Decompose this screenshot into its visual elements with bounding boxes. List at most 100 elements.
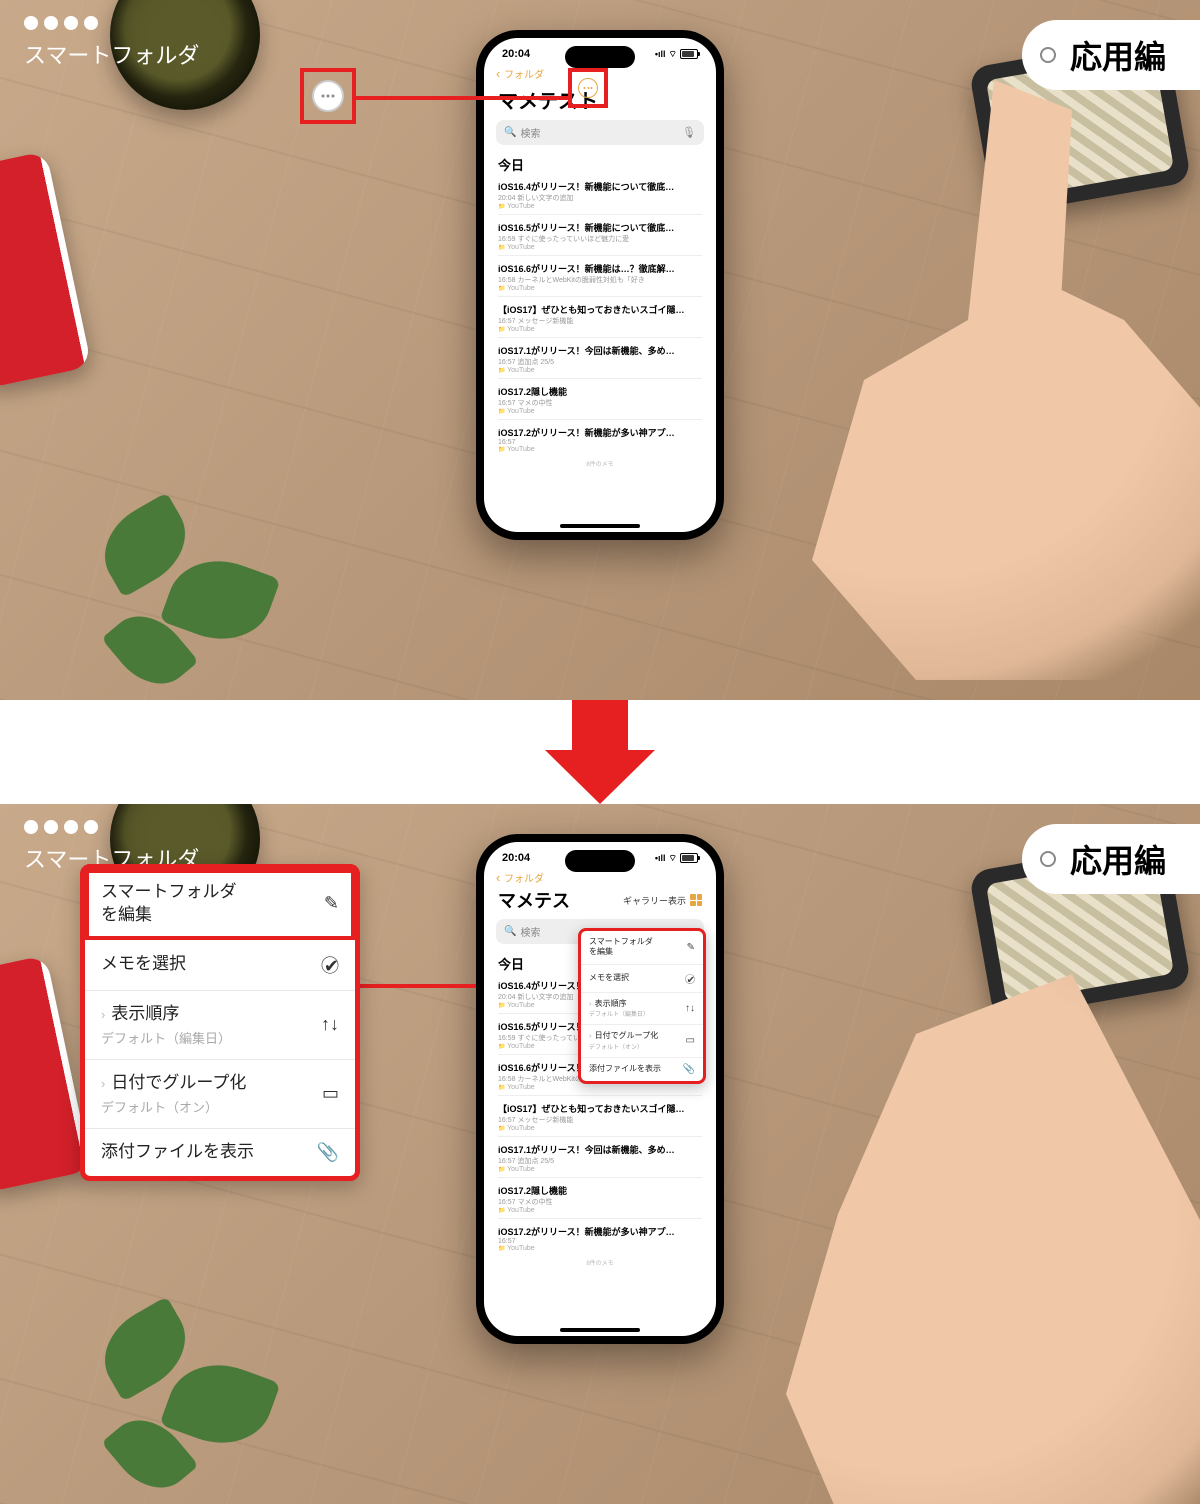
hand-pointing (760, 974, 1200, 1504)
note-row[interactable]: iOS17.2隠し機能16:57 マメの中性YouTube (484, 1180, 716, 1216)
note-title: 【iOS17】ぜひとも知っておきたいスゴイ隠… (498, 1102, 702, 1115)
arrows-up-down-icon: ↑↓ (685, 1003, 695, 1014)
menu-edit-smart-folder[interactable]: スマートフォルダ を編集 ✎ (581, 931, 703, 965)
transition-arrow-icon (545, 700, 655, 804)
brand-dots (24, 16, 98, 30)
chevron-right-icon: › (101, 1007, 105, 1022)
grid-icon (690, 894, 702, 906)
prop-can (0, 151, 92, 389)
phone-screen: 20:04 •ıll ⌔ フォルダ マメテス ギャラリー表示 🔍 (484, 842, 716, 1336)
wifi-icon: ⌔ (669, 853, 677, 864)
note-folder: YouTube (498, 1207, 702, 1214)
signal-icon: •ıll (655, 49, 666, 59)
note-title: iOS16.4がリリース！新機能について徹底… (498, 180, 702, 193)
menu-group-by-date[interactable]: ›日付でグループ化 デフォルト（オン） ▭ (85, 1060, 355, 1129)
note-subtitle: 16:57 (498, 1238, 702, 1245)
note-row[interactable]: 【iOS17】ぜひとも知っておきたいスゴイ隠…16:57 メッセージ新機能You… (484, 1098, 716, 1134)
context-menu-zoom: スマートフォルダ を編集 ✎ メモを選択 ✔︎⃝ ›表示順序 デフォルト（編集日… (80, 864, 360, 1181)
check-circle-icon: ✔︎⃝ (324, 952, 339, 978)
note-folder: YouTube (498, 1166, 702, 1173)
search-placeholder: 検索 (520, 924, 540, 939)
wifi-icon: ⌔ (669, 49, 677, 60)
paperclip-icon: 📎 (683, 1064, 695, 1075)
note-title: iOS17.2隠し機能 (498, 1184, 702, 1197)
note-subtitle: 16:57 (498, 439, 702, 446)
note-subtitle: 20:04 新しい文字の追加 (498, 193, 702, 203)
note-row[interactable]: iOS17.1がリリース！今回は新機能、多め…16:57 追加点 25/5You… (484, 1139, 716, 1175)
context-menu-popover: スマートフォルダ を編集 ✎ メモを選択 ✔︎⃝ ›表示順序デフォルト（編集日）… (578, 928, 706, 1084)
section-today: 今日 (484, 151, 716, 176)
note-folder: YouTube (498, 244, 702, 251)
menu-sort-order[interactable]: ›表示順序 デフォルト（編集日） ↑↓ (85, 991, 355, 1060)
note-folder: YouTube (498, 326, 702, 333)
panel-before: スマートフォルダ 応用編 20:04 •ıll ⌔ フォルダ マメテスト (0, 0, 1200, 700)
highlight-more-button-callout (300, 68, 356, 124)
note-subtitle: 16:57 追加点 25/5 (498, 1156, 702, 1166)
note-row[interactable]: 【iOS17】ぜひとも知っておきたいスゴイ隠…16:57 メッセージ新機能You… (484, 299, 716, 335)
search-placeholder: 検索 (520, 125, 540, 140)
phone-screen: 20:04 •ıll ⌔ フォルダ マメテスト 🔍 検索 🎙 今日 iOS16.… (484, 38, 716, 532)
menu-show-attachments[interactable]: 添付ファイルを表示 📎 (85, 1129, 355, 1176)
note-folder: YouTube (498, 446, 702, 453)
battery-icon (680, 853, 698, 863)
arrows-up-down-icon: ↑↓ (321, 1014, 339, 1035)
prop-can (0, 955, 92, 1193)
home-indicator[interactable] (560, 1328, 640, 1332)
note-subtitle: 16:57 メッセージ新機能 (498, 1115, 702, 1125)
paperclip-icon: 📎 (317, 1142, 339, 1163)
battery-icon (680, 49, 698, 59)
search-icon: 🔍 (504, 127, 516, 138)
category-tag: 応用編 (1022, 20, 1200, 90)
footer-count: 8件のメモ (484, 1254, 716, 1271)
menu-select-notes[interactable]: メモを選択 ✔︎⃝ (581, 965, 703, 993)
highlight-more-button-onscreen (568, 68, 608, 108)
category-tag: 応用編 (1022, 824, 1200, 894)
note-title: iOS16.6がリリース！新機能は…？徹底解… (498, 262, 702, 275)
search-field[interactable]: 🔍 検索 🎙 (496, 120, 704, 145)
dynamic-island (565, 46, 635, 68)
note-folder: YouTube (498, 1245, 702, 1252)
note-folder: YouTube (498, 408, 702, 415)
note-title: iOS17.2隠し機能 (498, 385, 702, 398)
note-folder: YouTube (498, 1084, 702, 1091)
note-row[interactable]: iOS17.1がリリース！今回は新機能、多め…16:57 追加点 25/5You… (484, 340, 716, 376)
note-subtitle: 16:57 マメの中性 (498, 1197, 702, 1207)
chevron-right-icon: › (101, 1076, 105, 1091)
footer-count: 8件のメモ (484, 455, 716, 472)
pencil-icon: ✎ (324, 893, 339, 914)
note-row[interactable]: iOS17.2がリリース！新機能が多い神アプ…16:57YouTube (484, 1221, 716, 1254)
check-circle-icon: ✔︎⃝ (687, 971, 695, 986)
signal-icon: •ıll (655, 853, 666, 863)
search-icon: 🔍 (504, 926, 516, 937)
note-title: iOS17.1がリリース！今回は新機能、多め… (498, 344, 702, 357)
menu-edit-smart-folder[interactable]: スマートフォルダ を編集 ✎ (85, 869, 355, 940)
chevron-right-icon: › (589, 1031, 592, 1040)
status-time: 20:04 (502, 852, 530, 864)
note-row[interactable]: iOS16.5がリリース！新機能について徹底…16:59 すぐに使ったっていいほ… (484, 217, 716, 253)
highlight-connector (358, 984, 476, 988)
note-subtitle: 16:57 メッセージ新機能 (498, 316, 702, 326)
status-time: 20:04 (502, 48, 530, 60)
menu-show-attachments[interactable]: 添付ファイルを表示 📎 (581, 1058, 703, 1081)
home-indicator[interactable] (560, 524, 640, 528)
note-title: iOS17.2がリリース！新機能が多い神アプ… (498, 1225, 702, 1238)
note-folder: YouTube (498, 203, 702, 210)
note-folder: YouTube (498, 1125, 702, 1132)
note-row[interactable]: iOS16.6がリリース！新機能は…？徹底解…16:58 カーネルとWebKit… (484, 258, 716, 294)
menu-select-notes[interactable]: メモを選択 ✔︎⃝ (85, 940, 355, 991)
note-folder: YouTube (498, 285, 702, 292)
notes-list: iOS16.4がリリース！新機能について徹底…20:04 新しい文字の追加You… (484, 176, 716, 455)
menu-sort-order[interactable]: ›表示順序デフォルト（編集日） ↑↓ (581, 993, 703, 1025)
calendar-icon: ▭ (686, 1035, 695, 1046)
menu-group-by-date[interactable]: ›日付でグループ化デフォルト（オン） ▭ (581, 1025, 703, 1057)
note-title: iOS16.5がリリース！新機能について徹底… (498, 221, 702, 234)
calendar-icon: ▭ (322, 1083, 339, 1104)
gallery-view-button[interactable]: ギャラリー表示 (623, 894, 702, 907)
note-subtitle: 16:58 カーネルとWebKitの脆弱性対処も「好き (498, 275, 702, 285)
note-title: 【iOS17】ぜひとも知っておきたいスゴイ隠… (498, 303, 702, 316)
note-row[interactable]: iOS17.2隠し機能16:57 マメの中性YouTube (484, 381, 716, 417)
note-row[interactable]: iOS16.4がリリース！新機能について徹底…20:04 新しい文字の追加You… (484, 176, 716, 212)
note-subtitle: 16:57 追加点 25/5 (498, 357, 702, 367)
mic-icon[interactable]: 🎙 (682, 126, 696, 139)
note-row[interactable]: iOS17.2がリリース！新機能が多い神アプ…16:57YouTube (484, 422, 716, 455)
